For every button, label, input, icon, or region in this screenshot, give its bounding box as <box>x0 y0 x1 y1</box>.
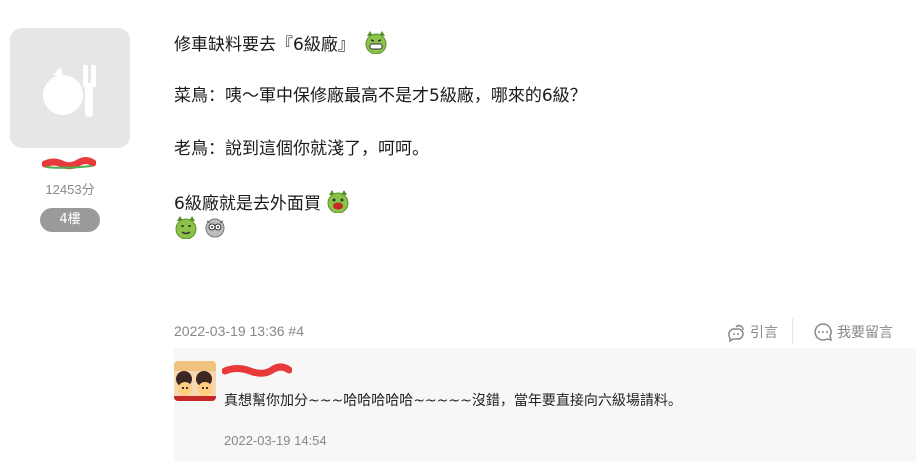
reply-button[interactable]: 我要留言 <box>813 322 893 342</box>
post-timestamp: 2022-03-19 13:36 #4 <box>174 323 304 339</box>
post-line-emojis <box>174 215 874 241</box>
post-line-1: 修車缺料要去『6級廠』 <box>174 30 874 56</box>
commenter-name-redacted[interactable] <box>222 361 292 379</box>
post-line-3: 老鳥：說到這個你就淺了，呵呵。 <box>174 139 429 159</box>
default-avatar-icon <box>43 65 96 117</box>
post-body: 修車缺料要去『6級廠』 菜鳥：咦～軍中保修廠最高不是才5級廠，哪來的6級？ 老鳥… <box>174 30 874 241</box>
action-divider <box>792 318 793 344</box>
laughing-devil-emoji-icon <box>327 190 349 213</box>
author-points: 12453分 <box>45 182 95 197</box>
floor-badge[interactable]: 4樓 <box>40 208 100 232</box>
post-line-2: 菜鳥：咦～軍中保修廠最高不是才5級廠，哪來的6級？ <box>174 86 587 106</box>
reply-label: 我要留言 <box>837 325 893 341</box>
author-name-redacted[interactable] <box>42 156 96 170</box>
grin-devil-emoji-icon <box>365 31 387 54</box>
author-avatar[interactable] <box>10 28 130 148</box>
commenter-avatar-image <box>174 361 216 401</box>
comment-timestamp: 2022-03-19 14:54 <box>224 433 327 448</box>
commenter-avatar[interactable] <box>174 361 216 401</box>
quote-button[interactable]: 引言 <box>726 322 778 342</box>
quote-icon <box>728 324 744 342</box>
post-line-4: 6級廠就是去外面買 <box>174 189 874 215</box>
quote-label: 引言 <box>750 325 778 341</box>
comment-icon <box>814 323 833 342</box>
smug-devil-emoji-icon <box>175 216 197 239</box>
dizzy-face-emoji-icon <box>205 218 225 238</box>
comment-text: 真想幫你加分~~~哈哈哈哈哈~~~~~沒錯，當年要直接向六級場請料。 <box>224 393 682 409</box>
